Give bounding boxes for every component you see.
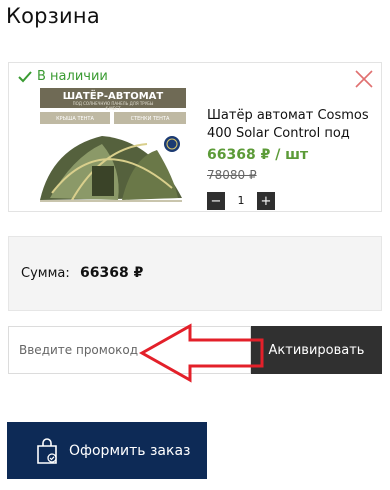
stock-label: В наличии (37, 69, 108, 84)
sum-value: 66368 ₽ (80, 265, 144, 281)
decrease-quantity-button[interactable]: − (207, 192, 225, 210)
close-icon[interactable] (354, 69, 374, 89)
stock-status: В наличии (18, 69, 108, 84)
page-title: Корзина (6, 4, 100, 28)
cart-item-card: В наличии ШАТЁР-АВТОМАТ ПОД СОЛНЕЧНУЮ ПА… (8, 62, 382, 212)
banner-title: ШАТЁР-АВТОМАТ (63, 88, 164, 102)
product-name[interactable]: Шатёр автомат Cosmos 400 Solar Control п… (207, 107, 375, 143)
promo-code-input[interactable] (8, 326, 251, 374)
increase-quantity-button[interactable]: + (257, 192, 275, 210)
order-summary: Сумма: 66368 ₽ (8, 236, 382, 311)
banner-subtitle-2: 6 МЕСТ (105, 106, 121, 111)
roof-label: КРЫША ТЕНТА (56, 116, 94, 122)
activate-promo-button[interactable]: Активировать (251, 326, 382, 374)
old-price: 78080 ₽ (207, 168, 257, 182)
product-image[interactable]: ШАТЁР-АВТОМАТ ПОД СОЛНЕЧНУЮ ПАНЕЛЬ ДЛЯ Т… (32, 88, 187, 208)
sum-label: Сумма: (21, 266, 70, 281)
checkmark-icon (18, 70, 32, 82)
checkout-button[interactable]: Оформить заказ (7, 422, 207, 479)
walls-label: СТЕНКИ ТЕНТА (131, 116, 170, 122)
quantity-stepper: − 1 + (207, 192, 275, 210)
checkout-label: Оформить заказ (69, 442, 191, 459)
product-price: 66368 ₽ / шт (207, 147, 309, 163)
shopping-bag-icon (37, 437, 57, 464)
quantity-value[interactable]: 1 (225, 192, 257, 210)
